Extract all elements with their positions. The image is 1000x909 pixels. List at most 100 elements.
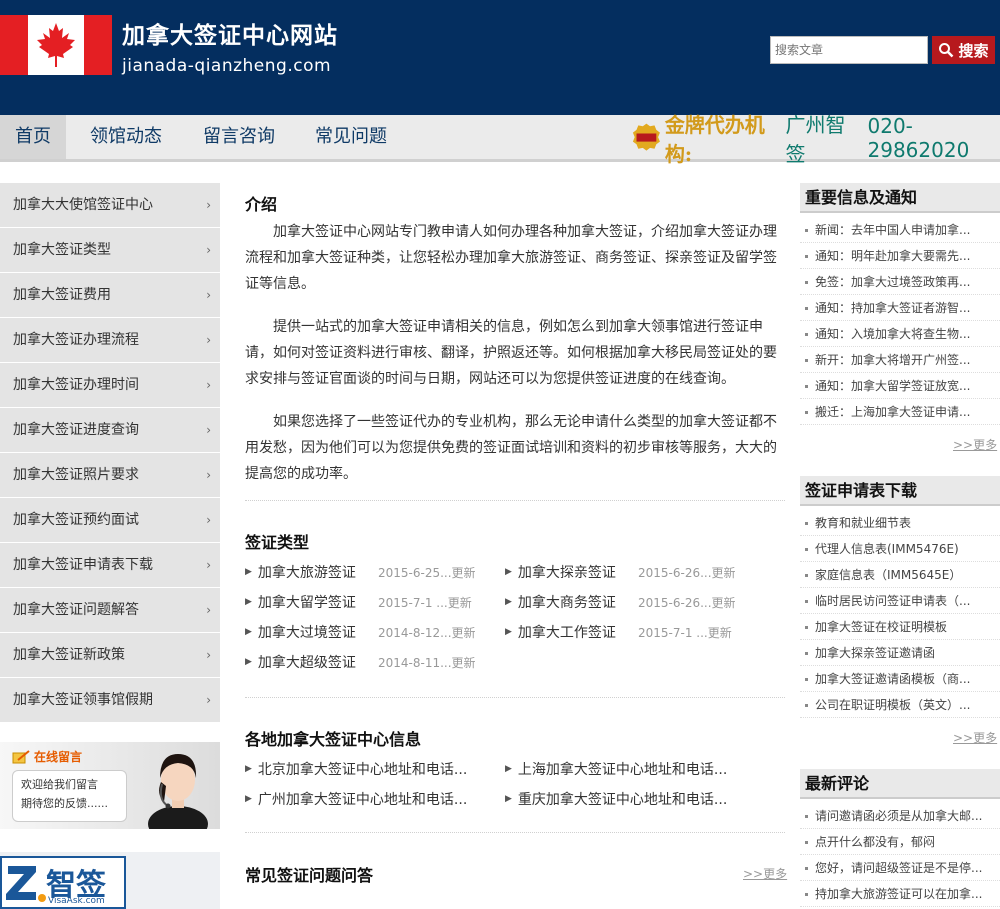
- comment-item[interactable]: 持加拿大旅游签证可以在加拿...: [800, 881, 1000, 907]
- nav-faq[interactable]: 常见问题: [315, 115, 387, 159]
- side-menu-label: 加拿大签证预约面试: [13, 512, 139, 528]
- notices-list: 新闻：去年中国人申请加拿... 通知：明年赴加拿大要需先... 免签：加拿大过境…: [800, 217, 1000, 425]
- notices-more-link[interactable]: >>更多: [953, 436, 997, 453]
- comments-list: 请问邀请函必须是从加拿大邮... 点开什么都没有，郁闷 您好，请问超级签证是不是…: [800, 803, 1000, 907]
- support-agent-image: [148, 754, 208, 829]
- comments-title: 最新评论: [800, 769, 1000, 799]
- notice-item[interactable]: 免签：加拿大过境签政策再...: [800, 269, 1000, 295]
- visa-type-name: 加拿大商务签证: [517, 595, 616, 611]
- center-link-label: 上海加拿大签证中心地址和电话...: [517, 762, 728, 778]
- side-menu-label: 加拿大签证领事馆假期: [13, 692, 153, 708]
- comment-item[interactable]: 您好，请问超级签证是不是停...: [800, 855, 1000, 881]
- site-title[interactable]: 加拿大签证中心网站: [122, 16, 338, 50]
- downloads-title: 签证申请表下载: [800, 476, 1000, 506]
- download-item[interactable]: 教育和就业细节表: [800, 510, 1000, 536]
- side-menu-label: 加拿大签证问题解答: [13, 602, 139, 618]
- download-item[interactable]: 家庭信息表（IMM5645E）: [800, 562, 1000, 588]
- side-menu-label: 加拿大签证办理流程: [13, 332, 139, 348]
- visa-type-link[interactable]: ▶ 加拿大旅游签证: [245, 562, 356, 582]
- visa-type-link[interactable]: ▶ 加拿大过境签证: [245, 622, 356, 642]
- intro-title: 介绍: [245, 195, 278, 214]
- notice-item[interactable]: 搬迁：上海加拿大签证申请...: [800, 399, 1000, 425]
- notice-item[interactable]: 通知：持加拿大签证者游智...: [800, 295, 1000, 321]
- visaask-logo-banner[interactable]: 智签 VisaAsk.com: [0, 852, 220, 909]
- side-menu-item[interactable]: 加拿大大使馆签证中心 ›: [0, 183, 220, 228]
- comment-item[interactable]: 请问邀请函必须是从加拿大邮...: [800, 803, 1000, 829]
- center-link[interactable]: ▶ 广州加拿大签证中心地址和电话...: [245, 789, 467, 809]
- gold-medal-icon: [632, 123, 660, 151]
- flag-band-left: [0, 15, 28, 75]
- nav-message[interactable]: 留言咨询: [203, 115, 275, 159]
- triangle-bullet-icon: ▶: [505, 764, 512, 774]
- triangle-bullet-icon: ▶: [505, 597, 512, 607]
- faq-more-link[interactable]: >>更多: [743, 865, 787, 882]
- visa-type-link[interactable]: ▶ 加拿大工作签证: [505, 622, 616, 642]
- download-item[interactable]: 公司在职证明模板（英文）...: [800, 692, 1000, 718]
- visa-type-date: 2015-6-26...更新: [638, 596, 736, 610]
- site-domain: jianada-qianzheng.com: [122, 56, 332, 76]
- side-menu-item[interactable]: 加拿大签证照片要求 ›: [0, 453, 220, 498]
- download-item[interactable]: 代理人信息表(IMM5476E): [800, 536, 1000, 562]
- visa-type-link[interactable]: ▶ 加拿大留学签证: [245, 592, 356, 612]
- center-link[interactable]: ▶ 上海加拿大签证中心地址和电话...: [505, 759, 727, 779]
- center-link[interactable]: ▶ 北京加拿大签证中心地址和电话...: [245, 759, 467, 779]
- online-message-tag: 在线留言: [12, 748, 82, 765]
- nav-home[interactable]: 首页: [0, 115, 66, 159]
- download-item[interactable]: 加拿大探亲签证邀请函: [800, 640, 1000, 666]
- side-menu-item[interactable]: 加拿大签证办理时间 ›: [0, 363, 220, 408]
- download-item[interactable]: 加拿大签证在校证明模板: [800, 614, 1000, 640]
- chevron-right-icon: ›: [206, 378, 211, 392]
- side-menu-item[interactable]: 加拿大签证领事馆假期 ›: [0, 678, 220, 723]
- side-menu-item[interactable]: 加拿大签证进度查询 ›: [0, 408, 220, 453]
- visa-type-link[interactable]: ▶ 加拿大商务签证: [505, 592, 616, 612]
- nav-consulate-news[interactable]: 领馆动态: [90, 115, 162, 159]
- online-message-banner[interactable]: 在线留言 欢迎给我们留言 期待您的反馈......: [0, 742, 220, 829]
- comment-item[interactable]: 点开什么都没有，郁闷: [800, 829, 1000, 855]
- side-menu-label: 加拿大签证进度查询: [13, 422, 139, 438]
- visa-type-name: 加拿大旅游签证: [257, 565, 356, 581]
- notices-title: 重要信息及通知: [800, 183, 1000, 213]
- chevron-right-icon: ›: [206, 468, 211, 482]
- chevron-right-icon: ›: [206, 558, 211, 572]
- center-link[interactable]: ▶ 重庆加拿大签证中心地址和电话...: [505, 789, 727, 809]
- notice-item[interactable]: 新闻：去年中国人申请加拿...: [800, 217, 1000, 243]
- visa-type-link[interactable]: ▶ 加拿大探亲签证: [505, 562, 616, 582]
- downloads-list: 教育和就业细节表 代理人信息表(IMM5476E) 家庭信息表（IMM5645E…: [800, 510, 1000, 718]
- maple-leaf-icon: [37, 23, 75, 67]
- notice-item[interactable]: 通知：明年赴加拿大要需先...: [800, 243, 1000, 269]
- online-message-label: 在线留言: [34, 750, 83, 764]
- side-menu-label: 加拿大签证类型: [13, 242, 111, 258]
- side-menu-item[interactable]: 加拿大签证问题解答 ›: [0, 588, 220, 633]
- notice-item[interactable]: 新开：加拿大将增开广州签...: [800, 347, 1000, 373]
- side-menu-item[interactable]: 加拿大签证费用 ›: [0, 273, 220, 318]
- intro-paragraph: 如果您选择了一些签证代办的专业机构，那么无论申请什么类型的加拿大签证都不用发愁，…: [245, 414, 777, 482]
- canada-flag-logo[interactable]: [0, 15, 112, 75]
- download-item[interactable]: 临时居民访问签证申请表（...: [800, 588, 1000, 614]
- side-menu-label: 加拿大签证费用: [13, 287, 111, 303]
- pencil-note-icon: [12, 749, 30, 763]
- download-item[interactable]: 加拿大签证邀请函模板（商...: [800, 666, 1000, 692]
- center-link-label: 重庆加拿大签证中心地址和电话...: [517, 792, 728, 808]
- triangle-bullet-icon: ▶: [245, 657, 252, 667]
- visa-type-name: 加拿大探亲签证: [517, 565, 616, 581]
- notice-item[interactable]: 通知：入境加拿大将查生物...: [800, 321, 1000, 347]
- visa-type-link[interactable]: ▶ 加拿大超级签证: [245, 652, 356, 672]
- search-button[interactable]: 搜索: [932, 36, 995, 64]
- visa-types-title: 签证类型: [245, 533, 310, 552]
- triangle-bullet-icon: ▶: [505, 567, 512, 577]
- divider: [245, 832, 785, 833]
- triangle-bullet-icon: ▶: [245, 764, 252, 774]
- hotline-phone: 020-29862020: [867, 114, 970, 162]
- visa-type-date: 2014-8-11...更新: [378, 656, 476, 670]
- side-menu-label: 加拿大签证新政策: [13, 647, 125, 663]
- side-menu-item[interactable]: 加拿大签证办理流程 ›: [0, 318, 220, 363]
- downloads-more-link[interactable]: >>更多: [953, 729, 997, 746]
- side-menu-item[interactable]: 加拿大签证申请表下载 ›: [0, 543, 220, 588]
- chevron-right-icon: ›: [206, 423, 211, 437]
- notice-item[interactable]: 通知：加拿大留学签证放宽...: [800, 373, 1000, 399]
- side-menu-item[interactable]: 加拿大签证类型 ›: [0, 228, 220, 273]
- search-input[interactable]: [770, 36, 928, 64]
- side-menu-item[interactable]: 加拿大签证预约面试 ›: [0, 498, 220, 543]
- side-menu-item[interactable]: 加拿大签证新政策 ›: [0, 633, 220, 678]
- visa-type-date: 2015-7-1 ...更新: [638, 626, 732, 640]
